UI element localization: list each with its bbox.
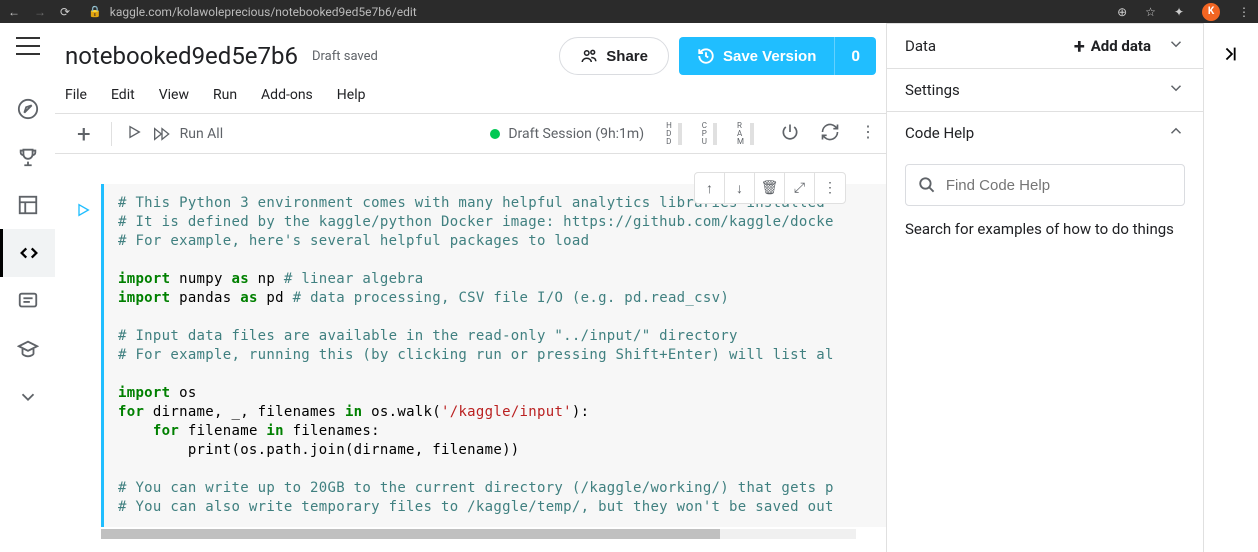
- cpu-metric: CPU: [692, 122, 727, 146]
- nav-compass-icon[interactable]: [0, 85, 55, 133]
- settings-panel-title: Settings: [905, 81, 960, 99]
- zoom-icon[interactable]: ⊕: [1117, 5, 1127, 19]
- nav-more-icon[interactable]: [0, 373, 55, 421]
- move-up-icon[interactable]: ↑: [695, 173, 725, 203]
- expand-sidebar-button[interactable]: [1203, 23, 1258, 552]
- resource-metrics: HDD CPU RAM: [656, 122, 764, 146]
- url-text: kaggle.com/kolawoleprecious/notebooked9e…: [110, 5, 417, 19]
- left-rail: [0, 23, 55, 552]
- draft-status: Draft saved: [312, 49, 378, 64]
- menu-icon[interactable]: [16, 37, 40, 55]
- search-icon: [918, 175, 936, 195]
- hdd-metric: HDD: [656, 122, 692, 146]
- ram-metric: RAM: [727, 122, 764, 146]
- toolbar: + Run All Draft Session (9h:1m) HDD CPU …: [55, 113, 886, 154]
- menu-help[interactable]: Help: [337, 87, 366, 103]
- power-icon[interactable]: [780, 122, 800, 146]
- forward-icon[interactable]: →: [34, 5, 46, 19]
- run-cell-button[interactable]: [120, 124, 148, 144]
- session-status: Draft Session (9h:1m): [490, 126, 644, 142]
- chevron-down-icon[interactable]: [1167, 79, 1185, 101]
- nav-data-icon[interactable]: [0, 181, 55, 229]
- menu-file[interactable]: File: [65, 87, 87, 103]
- move-down-icon[interactable]: ↓: [725, 173, 755, 203]
- back-icon[interactable]: ←: [8, 5, 20, 19]
- menu-view[interactable]: View: [159, 87, 189, 103]
- codehelp-desc: Search for examples of how to do things: [905, 220, 1185, 238]
- nav-trophy-icon[interactable]: [0, 133, 55, 181]
- plus-icon: +: [1074, 34, 1085, 58]
- nav-code-icon[interactable]: [0, 229, 55, 277]
- url-bar[interactable]: 🔒 kaggle.com/kolawoleprecious/notebooked…: [88, 5, 417, 19]
- horizontal-scrollbar[interactable]: [101, 529, 856, 539]
- history-icon: [697, 47, 715, 65]
- code-cell[interactable]: # This Python 3 environment comes with m…: [101, 184, 886, 527]
- cell-run-button[interactable]: [75, 184, 101, 552]
- share-button[interactable]: Share: [559, 37, 669, 75]
- status-dot-icon: [490, 129, 500, 139]
- fast-forward-icon: [152, 126, 172, 142]
- profile-avatar[interactable]: K: [1202, 3, 1220, 21]
- menu-addons[interactable]: Add-ons: [261, 87, 313, 103]
- notebook-header: notebooked9ed5e7b6 Draft saved Share Sav…: [55, 23, 886, 83]
- run-all-button[interactable]: Run All: [148, 126, 224, 142]
- divider: [111, 122, 112, 146]
- menu-run[interactable]: Run: [213, 87, 237, 103]
- save-version-group: Save Version 0: [679, 37, 876, 75]
- right-panel: Data + Add data Settings Code Help: [887, 23, 1203, 552]
- kebab-icon[interactable]: ⋮: [1238, 5, 1250, 19]
- people-icon: [580, 47, 598, 65]
- nav-discuss-icon[interactable]: [0, 277, 55, 325]
- chevron-down-icon[interactable]: [1167, 35, 1185, 57]
- add-data-button[interactable]: + Add data: [1074, 34, 1151, 58]
- menu-edit[interactable]: Edit: [111, 87, 135, 103]
- add-cell-button[interactable]: +: [65, 120, 103, 148]
- codehelp-search-input[interactable]: [946, 177, 1172, 194]
- cell-more-icon[interactable]: ⋮: [815, 173, 845, 203]
- extensions-icon[interactable]: ✦: [1174, 5, 1184, 19]
- scrollbar-thumb[interactable]: [101, 529, 720, 539]
- chevron-up-icon[interactable]: [1167, 122, 1185, 144]
- menubar: File Edit View Run Add-ons Help: [55, 83, 886, 113]
- save-version-button[interactable]: Save Version: [679, 37, 834, 75]
- collapse-icon[interactable]: ⤢: [785, 173, 815, 203]
- more-icon[interactable]: ⋮: [860, 122, 876, 146]
- codehelp-panel-title: Code Help: [905, 124, 974, 142]
- refresh-icon[interactable]: [820, 122, 840, 146]
- nav-courses-icon[interactable]: [0, 325, 55, 373]
- notebook-title[interactable]: notebooked9ed5e7b6: [65, 42, 298, 70]
- data-panel-title: Data: [905, 37, 936, 55]
- star-icon[interactable]: ☆: [1145, 5, 1156, 19]
- codehelp-search[interactable]: [905, 164, 1185, 206]
- cell-toolbar: ↑ ↓ 🗑 ⤢ ⋮: [694, 172, 846, 204]
- browser-chrome-bar: ← → ⟳ 🔒 kaggle.com/kolawoleprecious/note…: [0, 0, 1258, 23]
- collapse-right-icon: [1220, 43, 1242, 65]
- reload-icon[interactable]: ⟳: [60, 5, 70, 19]
- save-count[interactable]: 0: [834, 37, 876, 75]
- lock-icon: 🔒: [88, 5, 102, 18]
- delete-icon[interactable]: 🗑: [755, 173, 785, 203]
